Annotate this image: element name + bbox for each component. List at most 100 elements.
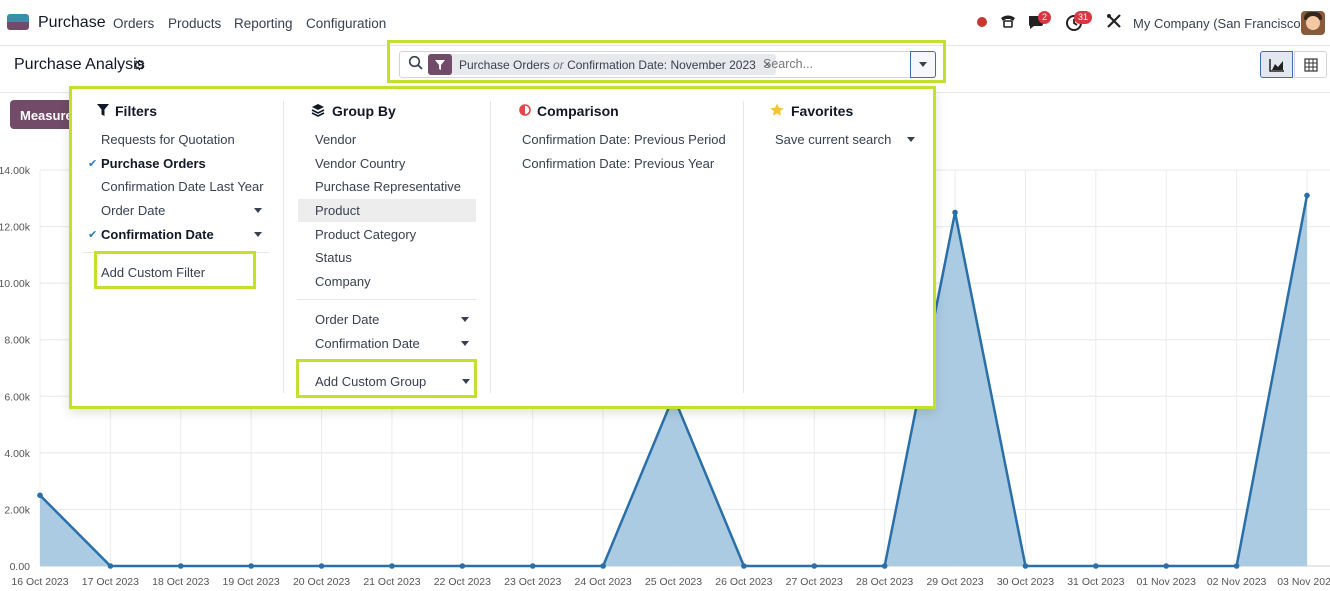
x-tick-label: 29 Oct 2023: [926, 576, 983, 588]
data-point[interactable]: [389, 563, 395, 569]
purchase-app-icon[interactable]: [7, 14, 29, 30]
caret-down-icon[interactable]: [462, 379, 470, 384]
caret-down-icon[interactable]: [254, 232, 262, 237]
add-custom-filter-button[interactable]: Add Custom Filter: [101, 265, 205, 280]
groupby-product[interactable]: Product: [315, 203, 360, 218]
data-point[interactable]: [318, 563, 325, 569]
x-tick-label: 02 Nov 2023: [1207, 576, 1267, 588]
y-tick-label: 6.00k: [4, 391, 30, 403]
data-point[interactable]: [1163, 563, 1170, 569]
layers-icon: [311, 104, 325, 117]
gear-icon[interactable]: ⚙: [133, 57, 146, 74]
column-divider: [743, 101, 744, 393]
filter-requests-for-quotation[interactable]: Requests for Quotation: [101, 132, 235, 147]
menu-configuration[interactable]: Configuration: [306, 16, 386, 31]
x-tick-label: 25 Oct 2023: [645, 576, 702, 588]
pivot-view-button[interactable]: [1294, 51, 1327, 78]
groupby-status[interactable]: Status: [315, 250, 352, 265]
x-tick-label: 20 Oct 2023: [293, 576, 350, 588]
phone-icon[interactable]: [999, 12, 1017, 30]
save-current-search[interactable]: Save current search: [775, 132, 891, 147]
y-tick-label: 14.00k: [0, 165, 31, 177]
debug-tools-icon[interactable]: [1106, 13, 1122, 29]
filter-confirmation-date[interactable]: Confirmation Date: [101, 227, 214, 242]
data-point[interactable]: [952, 209, 958, 216]
facet-value-2: Confirmation Date: November 2023: [567, 57, 756, 72]
y-tick-label: 0.00: [10, 561, 31, 573]
groupby-purchase-representative[interactable]: Purchase Representative: [315, 179, 461, 194]
groupby-order-date[interactable]: Order Date: [315, 312, 379, 327]
data-point[interactable]: [811, 563, 818, 569]
data-point[interactable]: [600, 563, 606, 569]
y-axis-ticks: 0.00 2.00k 4.00k 6.00k 8.00k 10.00k 12.00k 14.0…: [0, 165, 31, 573]
y-tick-label: 12.00k: [0, 222, 31, 234]
groupby-title: Group By: [332, 103, 396, 119]
x-tick-label: 16 Oct 2023: [11, 576, 68, 588]
search-panel-toggle-button[interactable]: [910, 51, 936, 78]
user-avatar[interactable]: [1301, 11, 1325, 35]
comparison-title: Comparison: [537, 103, 619, 119]
groupby-product-category[interactable]: Product Category: [315, 227, 416, 242]
x-tick-label: 18 Oct 2023: [152, 576, 209, 588]
search-input[interactable]: [763, 57, 903, 71]
filter-purchase-orders[interactable]: Purchase Orders: [101, 156, 206, 171]
caret-down-icon[interactable]: [461, 317, 469, 322]
filter-order-date[interactable]: Order Date: [101, 203, 165, 218]
groupby-vendor[interactable]: Vendor: [315, 132, 356, 147]
x-tick-label: 28 Oct 2023: [856, 576, 913, 588]
data-point[interactable]: [248, 563, 254, 569]
comparison-previous-period[interactable]: Confirmation Date: Previous Period: [522, 132, 726, 147]
caret-down-icon[interactable]: [254, 208, 262, 213]
filters-title: Filters: [115, 103, 158, 119]
groupby-confirmation-date[interactable]: Confirmation Date: [315, 336, 420, 351]
separator: [297, 299, 476, 300]
add-custom-group-select[interactable]: Add Custom Group: [315, 374, 426, 389]
x-tick-label: 24 Oct 2023: [575, 576, 632, 588]
star-icon: [770, 103, 784, 116]
graph-view-button[interactable]: [1260, 51, 1293, 78]
table-grid-icon: [1303, 57, 1318, 72]
company-switcher[interactable]: My Company (San Francisco): [1133, 16, 1305, 31]
x-tick-label: 21 Oct 2023: [363, 576, 420, 588]
x-tick-label: 03 Nov 2023: [1277, 576, 1330, 588]
x-tick-label: 19 Oct 2023: [223, 576, 280, 588]
y-tick-label: 8.00k: [4, 335, 30, 347]
data-point[interactable]: [459, 563, 466, 569]
app-name[interactable]: Purchase: [38, 14, 106, 32]
column-divider: [490, 101, 491, 393]
data-point[interactable]: [741, 563, 747, 569]
comparison-icon: [519, 104, 531, 116]
x-tick-label: 22 Oct 2023: [434, 576, 491, 588]
filter-icon: [97, 104, 109, 116]
data-point[interactable]: [1304, 192, 1310, 199]
caret-down-icon[interactable]: [461, 341, 469, 346]
menu-orders[interactable]: Orders: [113, 16, 154, 31]
data-point[interactable]: [881, 563, 888, 569]
check-icon: ✔: [88, 229, 98, 241]
menu-products[interactable]: Products: [168, 16, 221, 31]
search-facet: Purchase Orders or Confirmation Date: No…: [428, 54, 777, 75]
data-point[interactable]: [107, 563, 114, 569]
y-tick-label: 10.00k: [0, 278, 31, 290]
filter-confirmation-date-last-year[interactable]: Confirmation Date Last Year: [101, 179, 264, 194]
data-point[interactable]: [1233, 563, 1240, 569]
data-point[interactable]: [37, 492, 43, 499]
facet-value-1: Purchase Orders: [459, 57, 550, 72]
groupby-company[interactable]: Company: [315, 274, 371, 289]
x-tick-label: 31 Oct 2023: [1067, 576, 1124, 588]
column-divider: [283, 101, 284, 393]
recording-indicator-icon[interactable]: [977, 17, 987, 27]
groupby-vendor-country[interactable]: Vendor Country: [315, 156, 405, 171]
caret-down-icon[interactable]: [907, 137, 915, 142]
x-axis-ticks: 16 Oct 2023 17 Oct 2023 18 Oct 2023 19 Oct …: [11, 576, 1330, 588]
data-point[interactable]: [177, 563, 184, 569]
favorites-title: Favorites: [791, 103, 854, 119]
menu-reporting[interactable]: Reporting: [234, 16, 293, 31]
data-point[interactable]: [1093, 563, 1099, 569]
data-point[interactable]: [1022, 563, 1029, 569]
filter-icon: [428, 54, 452, 75]
comparison-previous-year[interactable]: Confirmation Date: Previous Year: [522, 156, 714, 171]
data-point[interactable]: [529, 563, 536, 569]
x-tick-label: 30 Oct 2023: [997, 576, 1054, 588]
check-icon: ✔: [88, 158, 98, 170]
